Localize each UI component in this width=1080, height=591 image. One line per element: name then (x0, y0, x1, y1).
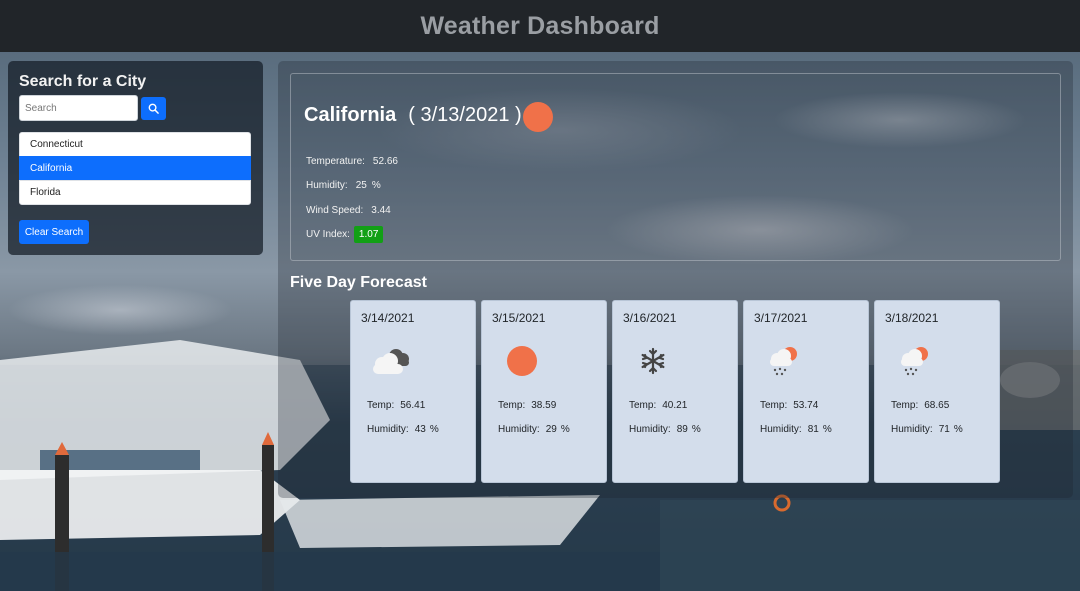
humidity-label: Humidity: (629, 424, 671, 435)
current-uv: UV Index: 1.07 (306, 226, 384, 243)
snowflake-icon (641, 347, 665, 375)
current-humidity: Humidity: 25 % (306, 180, 381, 191)
forecast-date: 3/17/2021 (754, 311, 808, 325)
humidity-value: 71 (938, 424, 950, 435)
forecast-date: 3/18/2021 (885, 311, 939, 325)
forecast-card: 3/16/2021 Temp: 40.21 Humidity: 89% (612, 300, 738, 483)
current-date: ( 3/13/2021 ) (408, 104, 522, 126)
sun-icon (507, 346, 537, 376)
forecast-humidity: Humidity: 89% (629, 424, 701, 435)
forecast-humidity: Humidity: 29% (498, 424, 570, 435)
weather-main-panel: California ( 3/13/2021 ) Temperature: 52.… (278, 61, 1073, 498)
humidity-unit: % (560, 424, 570, 435)
temp-value: 56.41 (400, 400, 426, 411)
current-temperature: Temperature: 52.66 (306, 156, 398, 167)
humidity-value: 43 (414, 424, 426, 435)
forecast-humidity: Humidity: 43% (367, 424, 439, 435)
humidity-unit: % (953, 424, 963, 435)
humidity-label: Humidity: (891, 424, 933, 435)
current-weather-card: California ( 3/13/2021 ) Temperature: 52.… (290, 73, 1061, 261)
wind-value: 3.44 (371, 205, 391, 216)
forecast-card: 3/18/2021 Temp: 68.65 Humidity: 71% (874, 300, 1000, 483)
forecast-date: 3/15/2021 (492, 311, 546, 325)
current-city: California (304, 104, 397, 126)
navbar: Weather Dashboard (0, 0, 1080, 52)
temp-label: Temp: (367, 400, 395, 411)
forecast-humidity: Humidity: 71% (891, 424, 963, 435)
forecast-card: 3/17/2021 Temp: 53.74 Humidity: 81% (743, 300, 869, 483)
forecast-humidity: Humidity: 81% (760, 424, 832, 435)
current-wind: Wind Speed: 3.44 (306, 205, 391, 216)
search-icon (148, 103, 159, 114)
forecast-temp: Temp: 53.74 (760, 400, 818, 411)
clear-search-button[interactable]: Clear Search (19, 220, 89, 244)
forecast-temp: Temp: 38.59 (498, 400, 556, 411)
app-title: Weather Dashboard (420, 11, 660, 40)
temp-label: Temp: (498, 400, 526, 411)
city-item-california[interactable]: California (19, 156, 251, 181)
temperature-value: 52.66 (372, 156, 398, 167)
forecast-date: 3/14/2021 (361, 311, 415, 325)
temperature-label: Temperature: (306, 156, 365, 167)
uv-badge: 1.07 (353, 226, 384, 243)
humidity-value: 89 (676, 424, 688, 435)
temp-value: 38.59 (531, 400, 557, 411)
wind-label: Wind Speed: (306, 205, 364, 216)
forecast-date: 3/16/2021 (623, 311, 677, 325)
humidity-unit: % (429, 424, 439, 435)
city-item-connecticut[interactable]: Connecticut (19, 132, 251, 157)
forecast-temp: Temp: 68.65 (891, 400, 949, 411)
rain-sun-icon (770, 347, 797, 376)
humidity-unit: % (822, 424, 832, 435)
humidity-value: 25 (355, 180, 367, 191)
forecast-temp: Temp: 40.21 (629, 400, 687, 411)
search-heading: Search for a City (19, 73, 147, 90)
forecast-temp: Temp: 56.41 (367, 400, 425, 411)
temp-value: 68.65 (924, 400, 950, 411)
humidity-label: Humidity: (760, 424, 802, 435)
humidity-unit: % (371, 180, 381, 191)
cloudy-icon (373, 349, 409, 374)
forecast-card: 3/15/2021 Temp: 38.59 Humidity: 29% (481, 300, 607, 483)
search-panel: Search for a City Connecticut California… (8, 61, 263, 255)
rain-sun-icon (901, 347, 928, 376)
temp-label: Temp: (891, 400, 919, 411)
city-history-list: Connecticut California Florida (19, 132, 251, 205)
city-item-florida[interactable]: Florida (19, 180, 251, 205)
temp-label: Temp: (760, 400, 788, 411)
humidity-label: Humidity: (367, 424, 409, 435)
uv-label: UV Index: (306, 229, 350, 240)
forecast-card: 3/14/2021 Temp: 56.41 Humidity: 43% (350, 300, 476, 483)
sun-icon (523, 102, 553, 132)
humidity-label: Humidity: (306, 180, 348, 191)
search-button[interactable] (141, 97, 166, 120)
forecast-title: Five Day Forecast (290, 274, 427, 291)
humidity-unit: % (691, 424, 701, 435)
temp-label: Temp: (629, 400, 657, 411)
search-input[interactable] (19, 95, 138, 121)
humidity-value: 29 (545, 424, 557, 435)
temp-value: 40.21 (662, 400, 688, 411)
humidity-value: 81 (807, 424, 819, 435)
current-title: California ( 3/13/2021 ) (304, 104, 522, 127)
humidity-label: Humidity: (498, 424, 540, 435)
temp-value: 53.74 (793, 400, 819, 411)
